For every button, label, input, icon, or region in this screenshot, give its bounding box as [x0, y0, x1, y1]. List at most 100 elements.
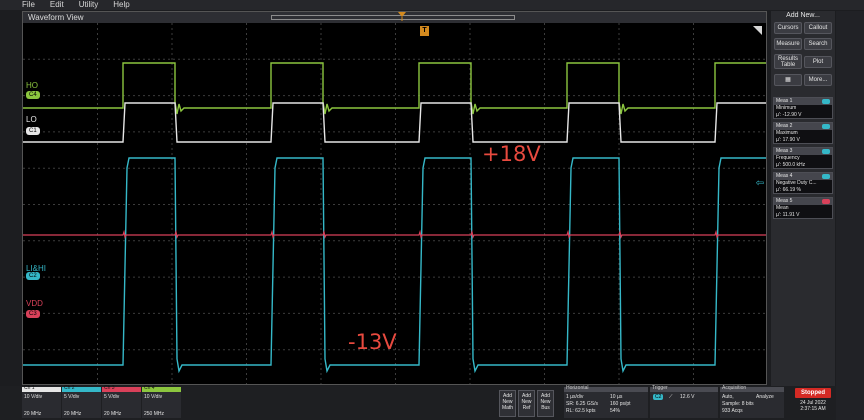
measurement-5-value: µ': 11.91 V	[776, 212, 800, 218]
measurement-5-source-tag	[822, 199, 830, 204]
grid-icon: ▦	[785, 77, 791, 83]
annotation-negative-voltage: -13V	[348, 330, 397, 354]
measurement-badge-1[interactable]: Meas 1 Minimum µ': -12.90 V	[773, 97, 833, 119]
channel-4-badge[interactable]: Ch 4 10 V/div 250 MHz	[142, 385, 181, 418]
waveform-view-title: Waveform View	[28, 13, 84, 22]
lo-channel-label: LO	[26, 115, 37, 124]
results-panel: Add New... Cursors Callout Measure Searc…	[771, 11, 835, 387]
channel-3-bandwidth: 20 MHz	[104, 411, 122, 417]
horizontal-scale: 1 µs/div	[566, 394, 584, 400]
measurement-1-value: µ': -12.90 V	[776, 112, 802, 118]
horizontal-delay: 10 µs	[610, 394, 623, 400]
channel-1-badge[interactable]: Ch 1 10 V/div 20 MHz	[22, 385, 61, 418]
measurement-3-label: Frequency	[776, 155, 800, 161]
acquisition-analyze: Analyze	[756, 394, 774, 400]
measurement-3-value: µ': 500.0 kHz	[776, 162, 806, 168]
measurement-3-name: Meas 3	[776, 148, 793, 154]
sample-rate: SR: 6.25 GS/s	[566, 401, 598, 407]
trigger-position-icon[interactable]	[398, 12, 406, 21]
channel-4-title: Ch 4	[144, 385, 155, 391]
menu-edit[interactable]: Edit	[44, 0, 73, 10]
measurement-3-source-tag	[822, 149, 830, 154]
trigger-title: Trigger	[652, 385, 668, 391]
menu-utility[interactable]: Utility	[73, 0, 108, 10]
trigger-edge-icon: ⟋	[669, 394, 673, 400]
measurement-4-source-tag	[822, 174, 830, 179]
measurement-2-name: Meas 2	[776, 123, 793, 129]
waveform-view-title-bar: Waveform View	[23, 12, 766, 23]
menu-file[interactable]: File	[0, 0, 44, 10]
trigger-level: 12.6 V	[680, 394, 695, 400]
search-button[interactable]: Search	[804, 38, 832, 50]
channel-3-badge[interactable]: Ch 3 5 V/div 20 MHz	[102, 385, 141, 418]
trigger-settings[interactable]: Trigger C2 ⟋ 12.6 V	[650, 385, 718, 418]
measurement-badge-2[interactable]: Meas 2 Maximum µ': 17.90 V	[773, 122, 833, 144]
measurement-5-name: Meas 5	[776, 198, 793, 204]
channel-2-scale: 5 V/div	[64, 394, 80, 400]
ho-channel-label: HO	[26, 81, 38, 90]
trigger-level-arrow-icon[interactable]: ⇦	[756, 179, 764, 189]
add-new-math-button[interactable]: Add New Math	[499, 390, 516, 417]
run-stop-status[interactable]: Stopped	[795, 388, 831, 398]
horizontal-position-scrollbar[interactable]	[271, 15, 515, 20]
cursors-button[interactable]: Cursors	[774, 22, 802, 34]
measurement-2-source-tag	[822, 124, 830, 129]
measurement-badge-3[interactable]: Meas 3 Frequency µ': 500.0 kHz	[773, 147, 833, 169]
measurement-badge-4[interactable]: Meas 4 Negative Duty C... µ': 66.19 %	[773, 172, 833, 194]
add-new-title: Add New...	[786, 12, 820, 19]
channel-2-badge[interactable]: Ch 2 5 V/div 20 MHz	[62, 385, 101, 418]
record-length: RL: 62.5 kpts	[566, 408, 596, 414]
time: 2:37:15 AM	[800, 406, 826, 412]
add-new-ref-button[interactable]: Add New Ref	[518, 390, 535, 417]
callout-button[interactable]: Callout	[804, 22, 832, 34]
side-strip	[836, 11, 864, 420]
more-button[interactable]: More...	[804, 74, 832, 86]
grid-layout-button[interactable]: ▦	[774, 74, 802, 86]
measurement-badge-5[interactable]: Meas 5 Mean µ': 11.91 V	[773, 197, 833, 219]
plot-button[interactable]: Plot	[804, 56, 832, 68]
measurement-5-label: Mean	[776, 205, 789, 211]
acquisition-sample: Sample: 8 bits	[722, 401, 754, 407]
trigger-source-badge: C2	[653, 394, 664, 400]
vdd-channel-label: VDD	[26, 299, 43, 308]
channel-3-title: Ch 3	[104, 385, 115, 391]
results-table-button[interactable]: Results Table	[774, 54, 802, 69]
channel-2-bandwidth: 20 MHz	[64, 411, 82, 417]
date-time: 24 Jul 2022 2:37:15 AM	[795, 400, 831, 412]
measurement-1-name: Meas 1	[776, 98, 793, 104]
measure-button[interactable]: Measure	[774, 38, 802, 50]
annotation-positive-voltage: +18V	[482, 142, 541, 166]
settings-bar: Ch 1 10 V/div 20 MHz Ch 2 5 V/div 20 MHz…	[0, 386, 836, 420]
channel-4-scale: 10 V/div	[144, 394, 163, 400]
channel-1-bandwidth: 20 MHz	[24, 411, 42, 417]
measurement-2-value: µ': 17.90 V	[776, 137, 800, 143]
horizontal-title: Horizontal	[566, 385, 589, 391]
menu-bar: File Edit Utility Help	[0, 0, 864, 10]
acquisition-settings[interactable]: Acquisition Auto, Analyze Sample: 8 bits…	[720, 385, 784, 418]
channel-4-bandwidth: 250 MHz	[144, 411, 165, 417]
oscilloscope-app: File Edit Utility Help Waveform View T H…	[0, 0, 864, 420]
vdd-channel-badge[interactable]: C3	[26, 310, 40, 318]
trigger-marker[interactable]: T	[420, 26, 429, 36]
ho-channel-badge[interactable]: C4	[26, 91, 40, 99]
horizontal-settings[interactable]: Horizontal 1 µs/div SR: 6.25 GS/s RL: 62…	[564, 385, 648, 418]
vdd-trace	[23, 229, 766, 239]
acquisition-count: 933 Acqs	[722, 408, 743, 414]
add-new-bus-button[interactable]: Add New Bus	[537, 390, 554, 417]
measurement-1-source-tag	[822, 99, 830, 104]
measurement-4-name: Meas 4	[776, 173, 793, 179]
li-hi-channel-badge[interactable]: C2	[26, 272, 40, 280]
channel-3-scale: 5 V/div	[104, 394, 120, 400]
lo-channel-badge[interactable]: C1	[26, 127, 40, 135]
horizontal-position: 54%	[610, 408, 621, 414]
measurement-4-value: µ': 66.19 %	[776, 187, 801, 193]
acquisition-title: Acquisition	[722, 385, 747, 391]
acquisition-mode: Auto,	[722, 394, 734, 400]
channel-2-title: Ch 2	[64, 385, 75, 391]
channel-1-title: Ch 1	[24, 385, 35, 391]
measurement-1-label: Minimum	[776, 105, 797, 111]
measurement-2-label: Maximum	[776, 130, 798, 136]
time-resolution: 160 ps/pt	[610, 401, 631, 407]
waveform-view[interactable]: Waveform View T HO C4 LO C1 LI&HI C2 VDD…	[22, 11, 767, 385]
menu-help[interactable]: Help	[107, 0, 138, 10]
